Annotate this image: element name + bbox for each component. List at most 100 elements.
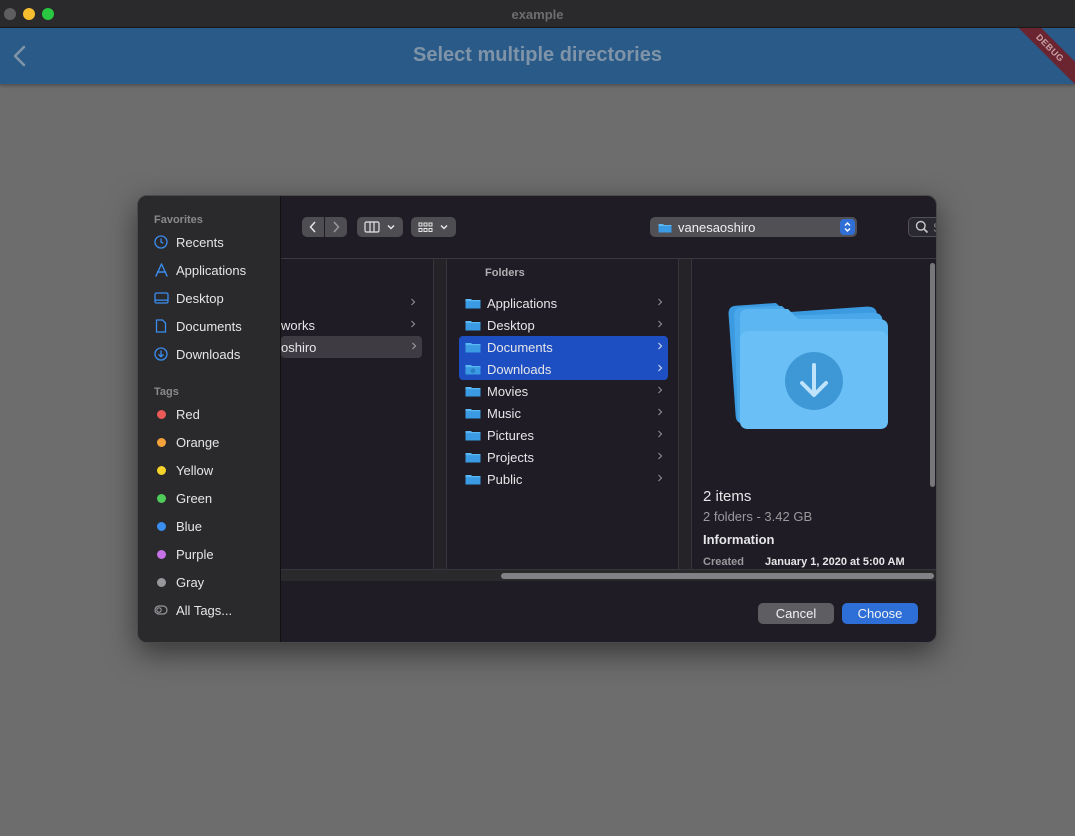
folder-row-desktop[interactable]: Desktop bbox=[459, 314, 668, 336]
sidebar-tag-orange[interactable]: Orange bbox=[152, 431, 277, 453]
folder-row-music[interactable]: Music bbox=[459, 402, 668, 424]
yellow-tag-icon bbox=[156, 465, 166, 475]
chevron-right-icon bbox=[333, 221, 340, 233]
folder-icon bbox=[465, 321, 481, 331]
folder-row-applications[interactable]: Applications bbox=[459, 292, 668, 314]
sidebar-item-label: Red bbox=[176, 406, 200, 422]
sidebar-tag-green[interactable]: Green bbox=[152, 487, 277, 509]
folder-row-documents[interactable]: Documents bbox=[459, 336, 668, 358]
sidebar-item-label: Desktop bbox=[176, 290, 224, 306]
preview-created-label: Created bbox=[703, 556, 744, 568]
folder-label: Downloads bbox=[487, 361, 552, 377]
folder-icon bbox=[658, 223, 672, 232]
sidebar-item-desktop[interactable]: Desktop bbox=[152, 287, 277, 309]
scrollbar-thumb[interactable] bbox=[501, 573, 934, 579]
folder-label: Desktop bbox=[487, 317, 535, 333]
document-icon bbox=[152, 317, 170, 335]
chevron-right-icon bbox=[658, 430, 663, 438]
folder-icon bbox=[465, 453, 481, 463]
column-resize-handle[interactable] bbox=[433, 259, 447, 569]
preview-subtitle: 2 folders - 3.42 GB bbox=[703, 509, 813, 524]
column-browser: works oshiro Folders Applications Deskto… bbox=[281, 258, 936, 581]
choose-button[interactable]: Choose bbox=[842, 603, 918, 624]
list-item[interactable]: oshiro bbox=[281, 336, 422, 358]
back-nav-button[interactable] bbox=[302, 217, 324, 237]
path-popup[interactable]: vanesaoshiro bbox=[650, 217, 857, 237]
group-mode-button[interactable] bbox=[411, 217, 456, 237]
preview-pane: 2 items 2 folders - 3.42 GB Information … bbox=[692, 259, 926, 569]
list-item-label: oshiro bbox=[281, 339, 317, 355]
applications-icon bbox=[152, 261, 170, 279]
columns-view-icon bbox=[364, 221, 380, 233]
vertical-scrollbar[interactable] bbox=[927, 259, 936, 569]
window-titlebar: example bbox=[0, 0, 1075, 28]
tags-heading: Tags bbox=[154, 386, 179, 398]
chevron-left-icon bbox=[309, 221, 316, 233]
sidebar-tag-blue[interactable]: Blue bbox=[152, 515, 277, 537]
chevron-right-icon bbox=[411, 320, 416, 328]
sidebar-tag-red[interactable]: Red bbox=[152, 403, 277, 425]
column-resize-handle[interactable] bbox=[678, 259, 692, 569]
cancel-button[interactable]: Cancel bbox=[758, 603, 834, 624]
folders-column: Folders Applications Desktop Documents D… bbox=[447, 259, 678, 569]
red-tag-icon bbox=[156, 409, 166, 419]
scrollbar-thumb[interactable] bbox=[930, 263, 935, 487]
folder-row-public[interactable]: Public bbox=[459, 468, 668, 490]
sidebar-item-label: Downloads bbox=[176, 346, 241, 362]
folder-row-downloads[interactable]: Downloads bbox=[459, 358, 668, 380]
chevron-right-icon bbox=[658, 320, 663, 328]
green-tag-icon bbox=[156, 493, 166, 503]
sidebar-item-applications[interactable]: Applications bbox=[152, 259, 277, 281]
folder-icon bbox=[465, 409, 481, 419]
folder-label: Documents bbox=[487, 339, 553, 355]
preview-created-value: January 1, 2020 at 5:00 AM bbox=[765, 556, 905, 568]
list-item[interactable]: works bbox=[281, 314, 421, 336]
chevron-right-icon bbox=[658, 364, 663, 372]
folder-icon bbox=[465, 387, 481, 397]
sidebar-tag-yellow[interactable]: Yellow bbox=[152, 459, 277, 481]
forward-nav-button[interactable] bbox=[325, 217, 347, 237]
column-header: Folders bbox=[485, 267, 525, 279]
sidebar-item-label: Green bbox=[176, 490, 213, 506]
folder-icon bbox=[465, 475, 481, 485]
sidebar-item-label: Purple bbox=[176, 546, 214, 562]
sidebar-tag-purple[interactable]: Purple bbox=[152, 543, 277, 565]
app-bar: Select multiple directories DEBUG bbox=[0, 28, 1075, 84]
sidebar-item-label: Orange bbox=[176, 434, 220, 450]
folder-label: Music bbox=[487, 405, 521, 421]
folder-icon bbox=[465, 299, 481, 309]
gray-tag-icon bbox=[156, 577, 166, 587]
download-icon bbox=[152, 345, 170, 363]
search-field[interactable] bbox=[908, 217, 936, 237]
horizontal-scrollbar[interactable] bbox=[281, 569, 936, 581]
folder-icon bbox=[465, 431, 481, 441]
chevron-down-icon bbox=[387, 224, 395, 230]
folder-label: Public bbox=[487, 471, 523, 487]
view-mode-button[interactable] bbox=[357, 217, 403, 237]
chevron-right-icon bbox=[658, 386, 663, 394]
list-item[interactable] bbox=[281, 292, 421, 314]
blue-tag-icon bbox=[156, 521, 166, 531]
sidebar-all-tags[interactable]: All Tags... bbox=[152, 599, 277, 621]
folder-row-pictures[interactable]: Pictures bbox=[459, 424, 668, 446]
toolbar: vanesaoshiro bbox=[281, 196, 936, 258]
orange-tag-icon bbox=[156, 437, 166, 447]
sidebar-item-documents[interactable]: Documents bbox=[152, 315, 277, 337]
search-icon bbox=[915, 220, 929, 234]
preview-title: 2 items bbox=[703, 488, 752, 505]
purple-tag-icon bbox=[156, 549, 166, 559]
sidebar-tag-gray[interactable]: Gray bbox=[152, 571, 277, 593]
all-tags-icon bbox=[152, 601, 170, 619]
sidebar-item-downloads[interactable]: Downloads bbox=[152, 343, 277, 365]
search-input[interactable] bbox=[933, 219, 936, 235]
sidebar-item-recents[interactable]: Recents bbox=[152, 231, 277, 253]
folder-label: Movies bbox=[487, 383, 529, 399]
chevron-right-icon bbox=[658, 452, 663, 460]
folder-row-movies[interactable]: Movies bbox=[459, 380, 668, 402]
folder-row-projects[interactable]: Projects bbox=[459, 446, 668, 468]
downloads-folder-stack-icon bbox=[728, 302, 888, 429]
list-item-label: works bbox=[281, 317, 315, 333]
chevron-right-icon bbox=[658, 408, 663, 416]
updown-arrows-icon bbox=[840, 219, 855, 235]
sidebar-item-label: Yellow bbox=[176, 462, 214, 478]
